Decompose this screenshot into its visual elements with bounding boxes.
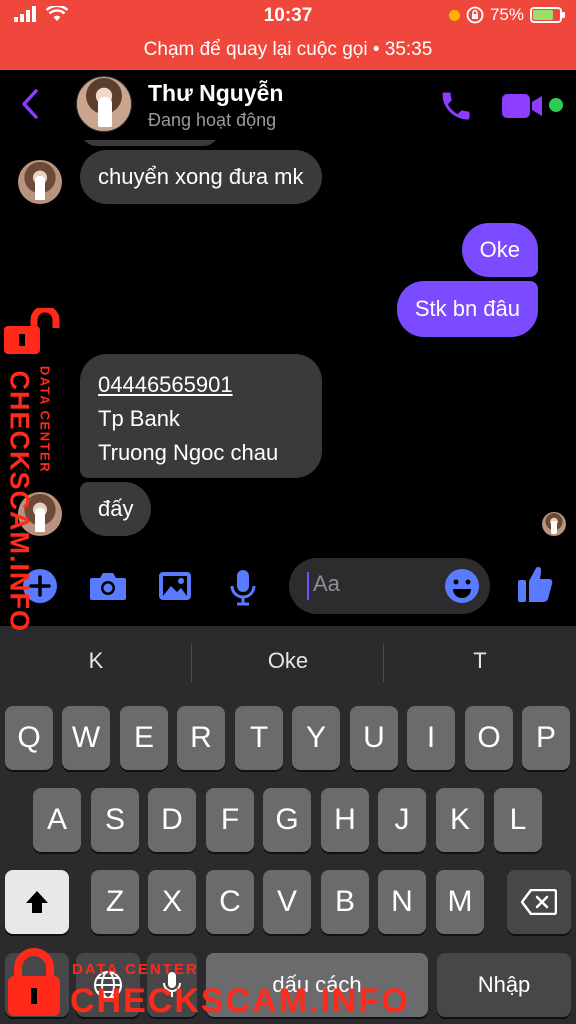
- key-v[interactable]: V: [263, 870, 311, 934]
- key-w[interactable]: W: [62, 706, 110, 770]
- return-key[interactable]: Nhập: [437, 953, 571, 1017]
- shift-key[interactable]: [5, 870, 69, 934]
- text-caret: [307, 572, 309, 600]
- key-i[interactable]: I: [407, 706, 455, 770]
- call-indicator-icon: [448, 9, 460, 21]
- key-r[interactable]: R: [177, 706, 225, 770]
- status-right: 75%: [448, 5, 565, 25]
- camera-button[interactable]: [88, 568, 128, 609]
- seen-receipt-avatar: [542, 512, 566, 536]
- key-c[interactable]: C: [206, 870, 254, 934]
- message-input[interactable]: Aa: [289, 558, 490, 614]
- key-u[interactable]: U: [350, 706, 398, 770]
- phone-icon: [442, 92, 470, 120]
- camera-icon: [90, 573, 126, 600]
- key-h[interactable]: H: [321, 788, 369, 852]
- watermark-side-title: DATA CENTER: [37, 365, 53, 474]
- online-indicator: [549, 98, 563, 112]
- key-q[interactable]: Q: [5, 706, 53, 770]
- key-j[interactable]: J: [378, 788, 426, 852]
- suggestion-3[interactable]: T: [384, 648, 576, 674]
- status-bar: 10:37 75%: [0, 0, 576, 32]
- incoming-message-account[interactable]: 04446565901 Tp Bank Truong Ngoc chau: [80, 354, 322, 478]
- watermark-side-brand: CHECKSCAM.INFO: [4, 370, 35, 633]
- emoji-icon[interactable]: [444, 568, 480, 604]
- battery-icon: [530, 7, 565, 23]
- incoming-message[interactable]: đấy: [80, 482, 152, 536]
- video-camera-icon: [502, 94, 542, 118]
- video-call-button[interactable]: [502, 92, 544, 125]
- key-o[interactable]: O: [465, 706, 513, 770]
- key-k[interactable]: K: [436, 788, 484, 852]
- contact-status: Đang hoạt động: [148, 110, 277, 130]
- key-t[interactable]: T: [235, 706, 283, 770]
- key-p[interactable]: P: [522, 706, 570, 770]
- thumbs-up-icon: [518, 567, 553, 602]
- key-y[interactable]: Y: [292, 706, 340, 770]
- suggestion-2[interactable]: Oke: [192, 648, 384, 674]
- bank-name-line: Tp Bank: [98, 406, 180, 431]
- key-d[interactable]: D: [148, 788, 196, 852]
- backspace-icon: [520, 888, 558, 916]
- chat-header: Thư Nguyễn Đang hoạt động: [0, 70, 576, 140]
- key-x[interactable]: X: [148, 870, 196, 934]
- shift-arrow-icon: [26, 891, 48, 913]
- microphone-icon: [230, 570, 256, 606]
- voice-button[interactable]: [228, 568, 258, 611]
- key-e[interactable]: E: [120, 706, 168, 770]
- chevron-left-icon: [22, 89, 38, 119]
- watermark-bottom-brand: CHECKSCAM.INFO: [70, 982, 410, 1020]
- key-a[interactable]: A: [33, 788, 81, 852]
- suggestion-1[interactable]: K: [0, 648, 192, 674]
- watermark-bottom-title: DATA CENTER: [72, 961, 199, 978]
- key-l[interactable]: L: [494, 788, 542, 852]
- contact-avatar-small[interactable]: [18, 160, 62, 204]
- return-to-call-banner[interactable]: Chạm để quay lại cuộc gọi • 35:35: [0, 32, 576, 70]
- message-input-placeholder: Aa: [313, 571, 340, 596]
- message-bubble-partial: [80, 140, 220, 146]
- back-button[interactable]: [20, 84, 50, 124]
- key-m[interactable]: M: [436, 870, 484, 934]
- backspace-key[interactable]: [507, 870, 571, 934]
- key-n[interactable]: N: [378, 870, 426, 934]
- suggestion-bar: K Oke T: [0, 626, 576, 700]
- account-holder-line: Truong Ngoc chau: [98, 440, 279, 465]
- watermark-lock-icon: [4, 308, 60, 354]
- outgoing-message[interactable]: Oke: [461, 223, 538, 277]
- orientation-lock-icon: [466, 6, 484, 24]
- gallery-button[interactable]: [157, 568, 193, 609]
- message-list[interactable]: chuyển xong đưa mk Oke Stk bn đâu 044465…: [0, 140, 576, 550]
- contact-avatar[interactable]: [76, 76, 132, 132]
- incoming-message[interactable]: chuyển xong đưa mk: [80, 150, 322, 204]
- image-icon: [159, 572, 191, 600]
- key-g[interactable]: G: [263, 788, 311, 852]
- account-number-link[interactable]: 04446565901: [98, 368, 304, 402]
- contact-name[interactable]: Thư Nguyễn: [148, 80, 283, 107]
- battery-percent: 75%: [489, 5, 524, 24]
- like-button[interactable]: [516, 564, 554, 609]
- key-f[interactable]: F: [206, 788, 254, 852]
- key-z[interactable]: Z: [91, 870, 139, 934]
- watermark-lock-icon: [8, 948, 60, 1016]
- key-b[interactable]: B: [321, 870, 369, 934]
- message-composer: Aa: [0, 550, 576, 626]
- key-s[interactable]: S: [91, 788, 139, 852]
- outgoing-message[interactable]: Stk bn đâu: [396, 281, 538, 337]
- audio-call-button[interactable]: [438, 88, 474, 129]
